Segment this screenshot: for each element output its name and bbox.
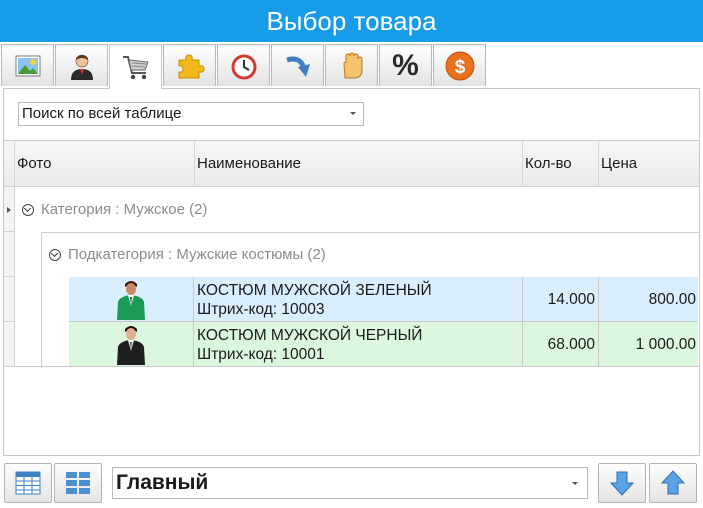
search-placeholder: Поиск по всей таблице xyxy=(22,105,182,122)
picture-icon xyxy=(15,55,40,76)
row-indicator[interactable] xyxy=(4,187,15,232)
collapse-icon[interactable] xyxy=(49,248,61,261)
current-row-arrow-icon xyxy=(7,207,11,213)
product-photo xyxy=(69,322,194,367)
tab-puzzle[interactable] xyxy=(163,44,216,86)
product-qty: 14.000 xyxy=(523,277,599,322)
product-photo xyxy=(69,277,194,322)
dropdown-arrow-icon[interactable] xyxy=(350,112,356,115)
black-suit-man-image xyxy=(117,326,145,365)
product-name: КОСТЮМ МУЖСКОЙ ЗЕЛЕНЫЙ Штрих-код: 10003 xyxy=(194,277,523,322)
row-indicator[interactable] xyxy=(4,322,15,367)
tab-clock[interactable] xyxy=(217,44,270,86)
product-barcode: Штрих-код: 10003 xyxy=(197,301,325,318)
product-title: КОСТЮМ МУЖСКОЙ ЧЕРНЫЙ xyxy=(197,327,423,344)
row-indicator[interactable] xyxy=(4,232,15,277)
tab-picture[interactable] xyxy=(1,44,54,86)
search-input[interactable]: Поиск по всей таблице xyxy=(18,102,364,126)
product-name: КОСТЮМ МУЖСКОЙ ЧЕРНЫЙ Штрих-код: 10001 xyxy=(194,322,523,367)
row-indicator[interactable] xyxy=(4,277,15,322)
arrow-up-icon xyxy=(660,470,686,495)
hand-icon xyxy=(342,51,362,78)
move-up-button[interactable] xyxy=(649,463,697,503)
table-row[interactable]: КОСТЮМ МУЖСКОЙ ЗЕЛЕНЫЙ Штрих-код: 10003 … xyxy=(69,277,698,322)
grid-table-icon xyxy=(15,471,41,495)
column-header-qty[interactable]: Кол-во xyxy=(523,141,599,187)
tab-percent[interactable]: % xyxy=(379,44,432,86)
table-view-button[interactable] xyxy=(4,463,52,503)
tab-redo[interactable] xyxy=(271,44,324,86)
tab-payment[interactable]: $ xyxy=(433,44,486,86)
dollar-coin-icon: $ xyxy=(445,51,474,80)
group-row-subcategory[interactable]: Подкатегория : Мужские костюмы (2) xyxy=(49,232,326,277)
redo-arrow-icon xyxy=(285,56,310,77)
collapse-icon[interactable] xyxy=(22,203,34,216)
product-title: КОСТЮМ МУЖСКОЙ ЗЕЛЕНЫЙ xyxy=(197,282,432,299)
product-barcode: Штрих-код: 10001 xyxy=(197,346,325,363)
percent-icon: % xyxy=(392,48,419,82)
toolbar-tabs: % $ xyxy=(0,44,703,89)
column-header-name[interactable]: Наименование xyxy=(195,141,523,187)
user-icon xyxy=(70,54,93,80)
product-qty: 68.000 xyxy=(523,322,599,367)
svg-text:$: $ xyxy=(454,57,465,78)
move-down-button[interactable] xyxy=(598,463,646,503)
tab-hand[interactable] xyxy=(325,44,378,86)
product-panel: Поиск по всей таблице Фото Наименование … xyxy=(3,88,700,456)
table-row[interactable]: КОСТЮМ МУЖСКОЙ ЧЕРНЫЙ Штрих-код: 10001 6… xyxy=(69,322,698,367)
window-title: Выбор товара xyxy=(0,0,703,42)
card-list-icon xyxy=(66,472,90,494)
view-select-value: Главный xyxy=(116,471,209,494)
row-indicator-header xyxy=(4,141,15,187)
green-suit-man-image xyxy=(117,281,145,320)
arrow-down-icon xyxy=(609,471,635,496)
column-header-price[interactable]: Цена xyxy=(599,141,699,187)
tab-user[interactable] xyxy=(55,44,108,86)
clock-icon xyxy=(231,54,256,79)
product-table: Фото Наименование Кол-во Цена Категория … xyxy=(4,140,699,368)
group-row-category[interactable]: Категория : Мужское (2) xyxy=(22,187,207,232)
card-view-button[interactable] xyxy=(54,463,102,503)
group-label: Категория : Мужское (2) xyxy=(41,201,208,218)
column-header-photo[interactable]: Фото xyxy=(15,141,195,187)
product-price: 1 000.00 xyxy=(599,322,698,367)
shopping-cart-icon xyxy=(122,56,149,80)
view-select[interactable]: Главный xyxy=(112,467,588,499)
subgroup-label: Подкатегория : Мужские костюмы (2) xyxy=(68,246,326,263)
product-price: 800.00 xyxy=(599,277,698,322)
chevron-down-icon[interactable] xyxy=(572,482,578,485)
puzzle-icon xyxy=(178,53,205,78)
tab-cart[interactable] xyxy=(109,44,162,89)
